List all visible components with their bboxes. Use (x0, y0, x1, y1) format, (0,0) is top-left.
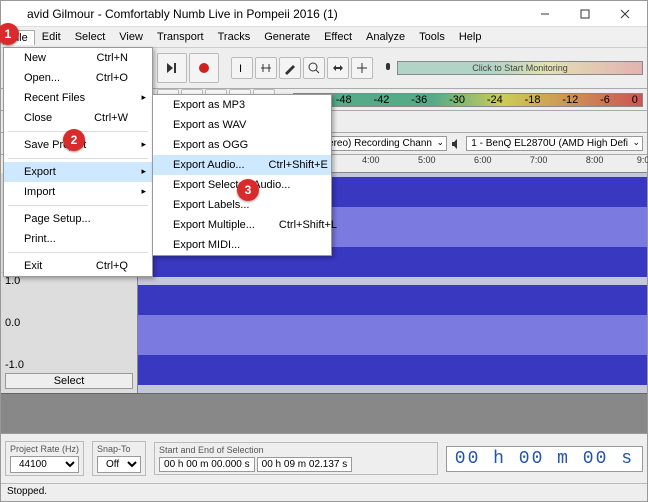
status-bar: Stopped. (1, 483, 647, 501)
multi-tool[interactable] (351, 57, 373, 79)
menu-close[interactable]: CloseCtrl+W (4, 108, 152, 128)
menu-tracks[interactable]: Tracks (211, 29, 258, 45)
menu-export-wav[interactable]: Export as WAV (153, 115, 331, 135)
project-rate-select[interactable]: 44100 (10, 456, 79, 473)
menu-tools[interactable]: Tools (412, 29, 452, 45)
menu-exit[interactable]: ExitCtrl+Q (4, 256, 152, 276)
track-select-button[interactable]: Select (5, 373, 133, 389)
record-button[interactable] (189, 53, 219, 83)
menu-export-mp3[interactable]: Export as MP3 (153, 95, 331, 115)
maximize-button[interactable] (565, 1, 605, 27)
mic-icon (381, 61, 395, 75)
menu-new[interactable]: NewCtrl+N (4, 48, 152, 68)
menu-open[interactable]: Open...Ctrl+O (4, 68, 152, 88)
annotation-badge-2: 2 (63, 129, 85, 151)
playback-meter[interactable]: -54-48-42-36-30-24-18-12-60 (293, 93, 643, 107)
menu-edit[interactable]: Edit (35, 29, 68, 45)
close-button[interactable] (605, 1, 645, 27)
menu-page-setup[interactable]: Page Setup... (4, 209, 152, 229)
draw-tool[interactable] (279, 57, 301, 79)
selection-toolbar: Project Rate (Hz) 44100 Snap-To Off Star… (1, 433, 647, 483)
selection-start[interactable]: 00 h 00 m 00.000 s (159, 457, 255, 472)
file-menu-dropdown: NewCtrl+N Open...Ctrl+O Recent Files Clo… (3, 47, 153, 277)
envelope-tool[interactable] (255, 57, 277, 79)
timeshift-tool[interactable] (327, 57, 349, 79)
menu-recent-files[interactable]: Recent Files (4, 88, 152, 108)
menu-export-multiple[interactable]: Export Multiple...Ctrl+Shift+L (153, 215, 331, 235)
time-display[interactable]: 00 h 00 m 00 s (446, 446, 643, 472)
annotation-badge-3: 3 (237, 179, 259, 201)
menu-generate[interactable]: Generate (257, 29, 317, 45)
window-title: avid Gilmour - Comfortably Numb Live in … (3, 7, 525, 21)
menu-analyze[interactable]: Analyze (359, 29, 412, 45)
selection-tool[interactable]: I (231, 57, 253, 79)
speaker-icon (451, 138, 462, 150)
menu-export-ogg[interactable]: Export as OGG (153, 135, 331, 155)
export-submenu: Export as MP3 Export as WAV Export as OG… (152, 94, 332, 256)
menu-export-audio[interactable]: Export Audio...Ctrl+Shift+E (153, 155, 331, 175)
minimize-button[interactable] (525, 1, 565, 27)
menu-print[interactable]: Print... (4, 229, 152, 249)
menu-help[interactable]: Help (452, 29, 489, 45)
menu-export-midi: Export MIDI... (153, 235, 331, 255)
skip-end-button[interactable] (157, 53, 187, 83)
snap-to-label: Snap-To (97, 444, 141, 454)
menu-view[interactable]: View (112, 29, 150, 45)
selection-end[interactable]: 00 h 09 m 02.137 s (257, 457, 353, 472)
menu-effect[interactable]: Effect (317, 29, 359, 45)
zoom-tool[interactable] (303, 57, 325, 79)
menubar: File Edit Select View Transport Tracks G… (1, 27, 647, 47)
project-rate-label: Project Rate (Hz) (10, 444, 79, 454)
menu-transport[interactable]: Transport (150, 29, 211, 45)
svg-text:I: I (239, 63, 242, 75)
menu-import[interactable]: Import (4, 182, 152, 202)
selection-label: Start and End of Selection (159, 445, 433, 455)
menu-select[interactable]: Select (68, 29, 113, 45)
menu-export[interactable]: Export Export as MP3 Export as WAV Expor… (4, 162, 152, 182)
snap-to-select[interactable]: Off (97, 456, 141, 473)
output-device-select[interactable]: 1 - BenQ EL2870U (AMD High Defi (466, 136, 643, 151)
record-meter[interactable]: Click to Start Monitoring (397, 61, 643, 75)
